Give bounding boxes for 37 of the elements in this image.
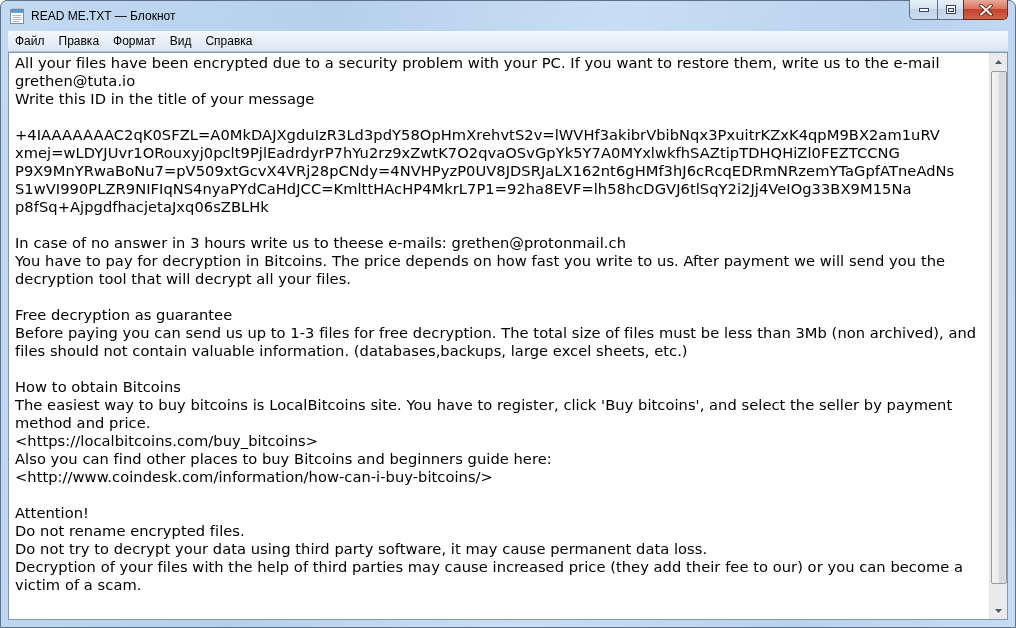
text-paragraph: Free decryption as guarantee xyxy=(15,306,234,324)
menu-item[interactable]: Справка xyxy=(198,31,260,51)
text-paragraph: All your files have been encrypted due to a security problem with your PC. If you want to restore them, write us to the e-mail grethen@tuta.io xyxy=(15,54,941,90)
text-paragraph: S1wVI990PLZR9NIFIqNS4nyaPYdCaHdJCC=KmlttHAcHP4MkrL7P1=92ha8EVF=lh58hcDGVJ6tlSqY2i2Jj4VeIOg33BX9M15Na xyxy=(15,180,913,198)
text-paragraph: Attention! xyxy=(15,504,91,522)
menu-item[interactable]: Правка xyxy=(51,31,107,51)
text-paragraph: Also you can find other places to buy Bitcoins and beginners guide here: xyxy=(15,450,553,468)
maximize-icon xyxy=(945,5,956,14)
text-paragraph: xmej=wLDYJUvr1ORouxyj0pclt9PjlEadrdyrP7hYu2rz9xZwtK7O2qvaOSvGpYk5Y7A0MYxlwkfhSAZtipTDHQHiZl0FEZTCCNG xyxy=(15,144,901,162)
text-paragraph: p8fSq+AjpgdfhacjetaJxq06sZBLHk xyxy=(15,198,270,216)
vertical-scrollbar[interactable] xyxy=(989,53,1007,619)
text-paragraph: <https://localbitcoins.com/buy_bitcoins> xyxy=(15,432,320,450)
text-paragraph: You have to pay for decryption in Bitcoins. The price depends on how fast you write to us. After payment we will send you the decryption tool that will decrypt all your files. xyxy=(15,252,947,288)
maximize-button[interactable] xyxy=(937,0,963,20)
close-button[interactable] xyxy=(963,0,1008,20)
text-paragraph: P9X9MnYRwaBoNu7=pV509xtGcvX4VRj28pCNdy=4NVHPyzP0UV8JDSRJaLX162nt6gHMf3hJ6cRcqEDRmNRzemYTaGpfATneAdNs xyxy=(15,162,956,180)
close-icon xyxy=(978,3,993,16)
text-paragraph: In case of no answer in 3 hours write us to theese e-mails: grethen@protonmail.ch xyxy=(15,234,628,252)
menu-item[interactable]: Вид xyxy=(162,31,199,51)
text-paragraph: +4IAAAAAAAC2qK0SFZL=A0MkDAJXgduIzR3Ld3pdY58OpHmXrehvtS2v=lWVHf3akibrVbibNqx3PxuitrKZxK4qpM9BX2am1uRV xyxy=(15,126,941,144)
scrollbar-thumb[interactable] xyxy=(991,71,1007,584)
menu-item[interactable]: Формат xyxy=(106,31,163,51)
text-paragraph: Write this ID in the title of your message xyxy=(15,90,316,108)
minimize-button[interactable] xyxy=(909,0,937,20)
text-paragraph: The easiest way to buy bitcoins is LocalBitcoins site. You have to register, click 'Buy bitcoins', and select the seller by payment method and price. xyxy=(15,396,954,432)
text-paragraph: Decryption of your files with the help of third parties may cause increased price (they add their fee to our) or you can become a victim of a scam. xyxy=(15,558,965,594)
notepad-icon xyxy=(10,8,24,24)
text-paragraph: Before paying you can send us up to 1-3 files for free decryption. The total size of files must be less than 3Mb (non archived), and files should not contain valuable information. (databases,backups, large excel sheets, etc.) xyxy=(15,324,978,360)
text-paragraph: Do not try to decrypt your data using third party software, it may cause permanent data loss. xyxy=(15,540,709,558)
text-paragraph: Do not rename encrypted files. xyxy=(15,522,246,540)
text-paragraph: <http://www.coindesk.com/information/how-can-i-buy-bitcoins/> xyxy=(15,468,494,486)
menu-item[interactable]: Файл xyxy=(8,31,52,51)
minimize-icon xyxy=(918,7,929,12)
down-arrow-icon xyxy=(995,608,1002,613)
window-title: READ ME.TXT — Блокнот xyxy=(31,9,176,23)
up-arrow-icon xyxy=(995,59,1002,64)
text-paragraph: How to obtain Bitcoins xyxy=(15,378,183,396)
